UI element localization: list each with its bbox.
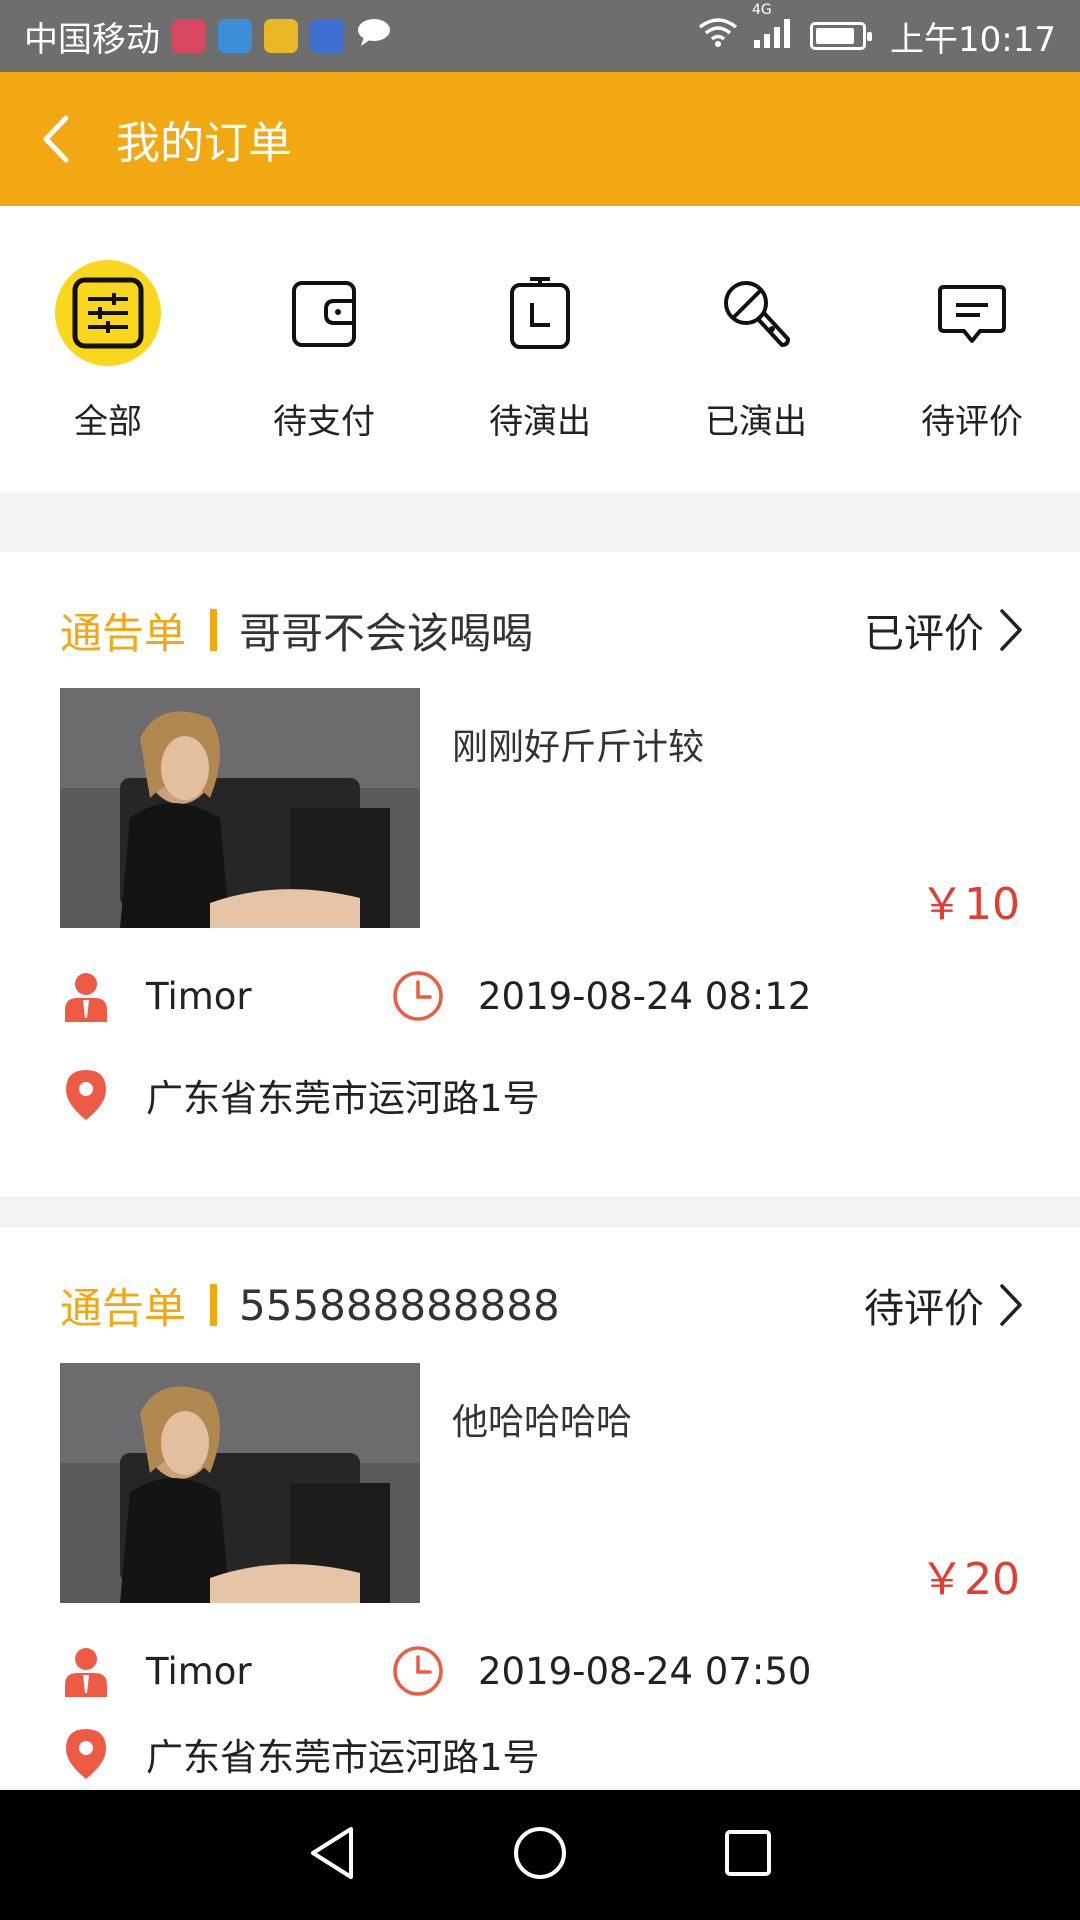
order-status-link[interactable]: 待评价	[864, 1276, 1024, 1334]
address-row: 广东省东莞市运河路1号	[60, 1727, 540, 1781]
user-name: Timor	[146, 1649, 252, 1693]
performer-photo[interactable]	[60, 688, 420, 928]
comment-icon	[938, 285, 1006, 343]
nav-back-button[interactable]	[307, 1825, 357, 1885]
clock-icon	[392, 970, 444, 1022]
address-row: 广东省东莞市运河路1号	[60, 1068, 540, 1122]
order-name: 哥哥不会该喝喝	[239, 608, 534, 658]
carrier-name: 中国移动	[24, 19, 160, 60]
calendar-timer-icon	[510, 277, 570, 349]
tab-label: 全部	[74, 402, 142, 442]
chevron-right-icon	[1000, 609, 1022, 651]
time-row: 2019-08-24 08:12	[392, 970, 811, 1022]
microphone-icon	[724, 281, 790, 347]
circle-home-icon	[513, 1827, 566, 1879]
clock-icon	[392, 1645, 444, 1697]
order-type-label: 通告单	[60, 608, 187, 658]
chevron-left-icon	[43, 115, 69, 163]
user-name: Timor	[146, 974, 252, 1018]
order-datetime: 2019-08-24 08:12	[478, 974, 812, 1018]
user-row: Timor	[60, 1645, 252, 1697]
tab-label: 待支付	[273, 402, 375, 442]
status-bar: 中国移动 4G 上午10:17	[0, 0, 1080, 72]
chevron-right-icon	[1000, 1284, 1022, 1326]
browser-app-icon	[218, 19, 252, 53]
message-icon	[356, 16, 392, 56]
system-nav-bar	[0, 1790, 1080, 1920]
item-description: 他哈哈哈哈	[452, 1402, 633, 1443]
battery-icon	[810, 22, 873, 50]
square-recents-icon	[724, 1830, 771, 1876]
item-description: 刚刚好斤斤计较	[452, 727, 705, 768]
page-title: 我的订单	[116, 118, 292, 169]
tab-pending-payment[interactable]: 待支付	[216, 206, 432, 491]
tab-performed[interactable]: 已演出	[648, 206, 864, 491]
tab-upcoming-show[interactable]: 待演出	[432, 206, 648, 491]
tab-label: 已演出	[705, 402, 807, 442]
order-address: 广东省东莞市运河路1号	[146, 1077, 540, 1120]
order-type-label: 通告单	[60, 1283, 187, 1333]
location-pin-icon	[60, 1728, 112, 1780]
order-price: ￥20	[920, 1554, 1020, 1605]
performer-photo[interactable]	[60, 1363, 420, 1603]
tab-label: 待评价	[921, 402, 1023, 442]
user-icon	[60, 1645, 112, 1697]
user-row: Timor	[60, 970, 252, 1022]
order-datetime: 2019-08-24 07:50	[478, 1649, 812, 1693]
order-status-tabs: 全部 待支付 待演出 已演出 待评价	[0, 206, 1080, 491]
order-card-header: 通告单 哥哥不会该喝喝 已评价	[60, 602, 1024, 658]
user-icon	[60, 970, 112, 1022]
signal-icon: 4G	[752, 2, 796, 57]
order-name: 555888888888	[239, 1280, 560, 1330]
order-price: ￥10	[920, 879, 1020, 930]
order-status: 已评价	[864, 611, 984, 657]
clock: 上午10:17	[890, 19, 1056, 60]
triangle-back-icon	[311, 1827, 354, 1879]
order-status-link[interactable]: 已评价	[864, 601, 1024, 659]
wifi-icon	[698, 16, 738, 56]
app-header: 我的订单	[0, 72, 1080, 206]
tab-all[interactable]: 全部	[0, 206, 216, 491]
nav-recents-button[interactable]	[723, 1828, 773, 1882]
order-status: 待评价	[864, 1286, 984, 1332]
divider	[210, 609, 218, 651]
order-card[interactable]: 通告单 哥哥不会该喝喝 已评价 刚刚好斤斤计较 ￥10 Timor 2019-0…	[0, 552, 1080, 1197]
tab-pending-review[interactable]: 待评价	[864, 206, 1080, 491]
nav-home-button[interactable]	[512, 1825, 568, 1885]
wallet-icon	[292, 281, 356, 347]
time-row: 2019-08-24 07:50	[392, 1645, 811, 1697]
sync-app-icon	[310, 19, 344, 53]
location-pin-icon	[60, 1069, 112, 1121]
filter-list-icon	[72, 277, 144, 349]
network-type-label: 4G	[752, 1, 772, 18]
order-card-header: 通告单 555888888888 待评价	[60, 1277, 1024, 1333]
divider	[210, 1284, 218, 1326]
back-button[interactable]	[0, 72, 110, 206]
tmall-app-icon	[172, 19, 206, 53]
order-address: 广东省东莞市运河路1号	[146, 1736, 540, 1779]
star-app-icon	[264, 19, 298, 53]
order-card[interactable]: 通告单 555888888888 待评价 他哈哈哈哈 ￥20 Timor 201…	[0, 1227, 1080, 1787]
tab-label: 待演出	[489, 402, 591, 442]
